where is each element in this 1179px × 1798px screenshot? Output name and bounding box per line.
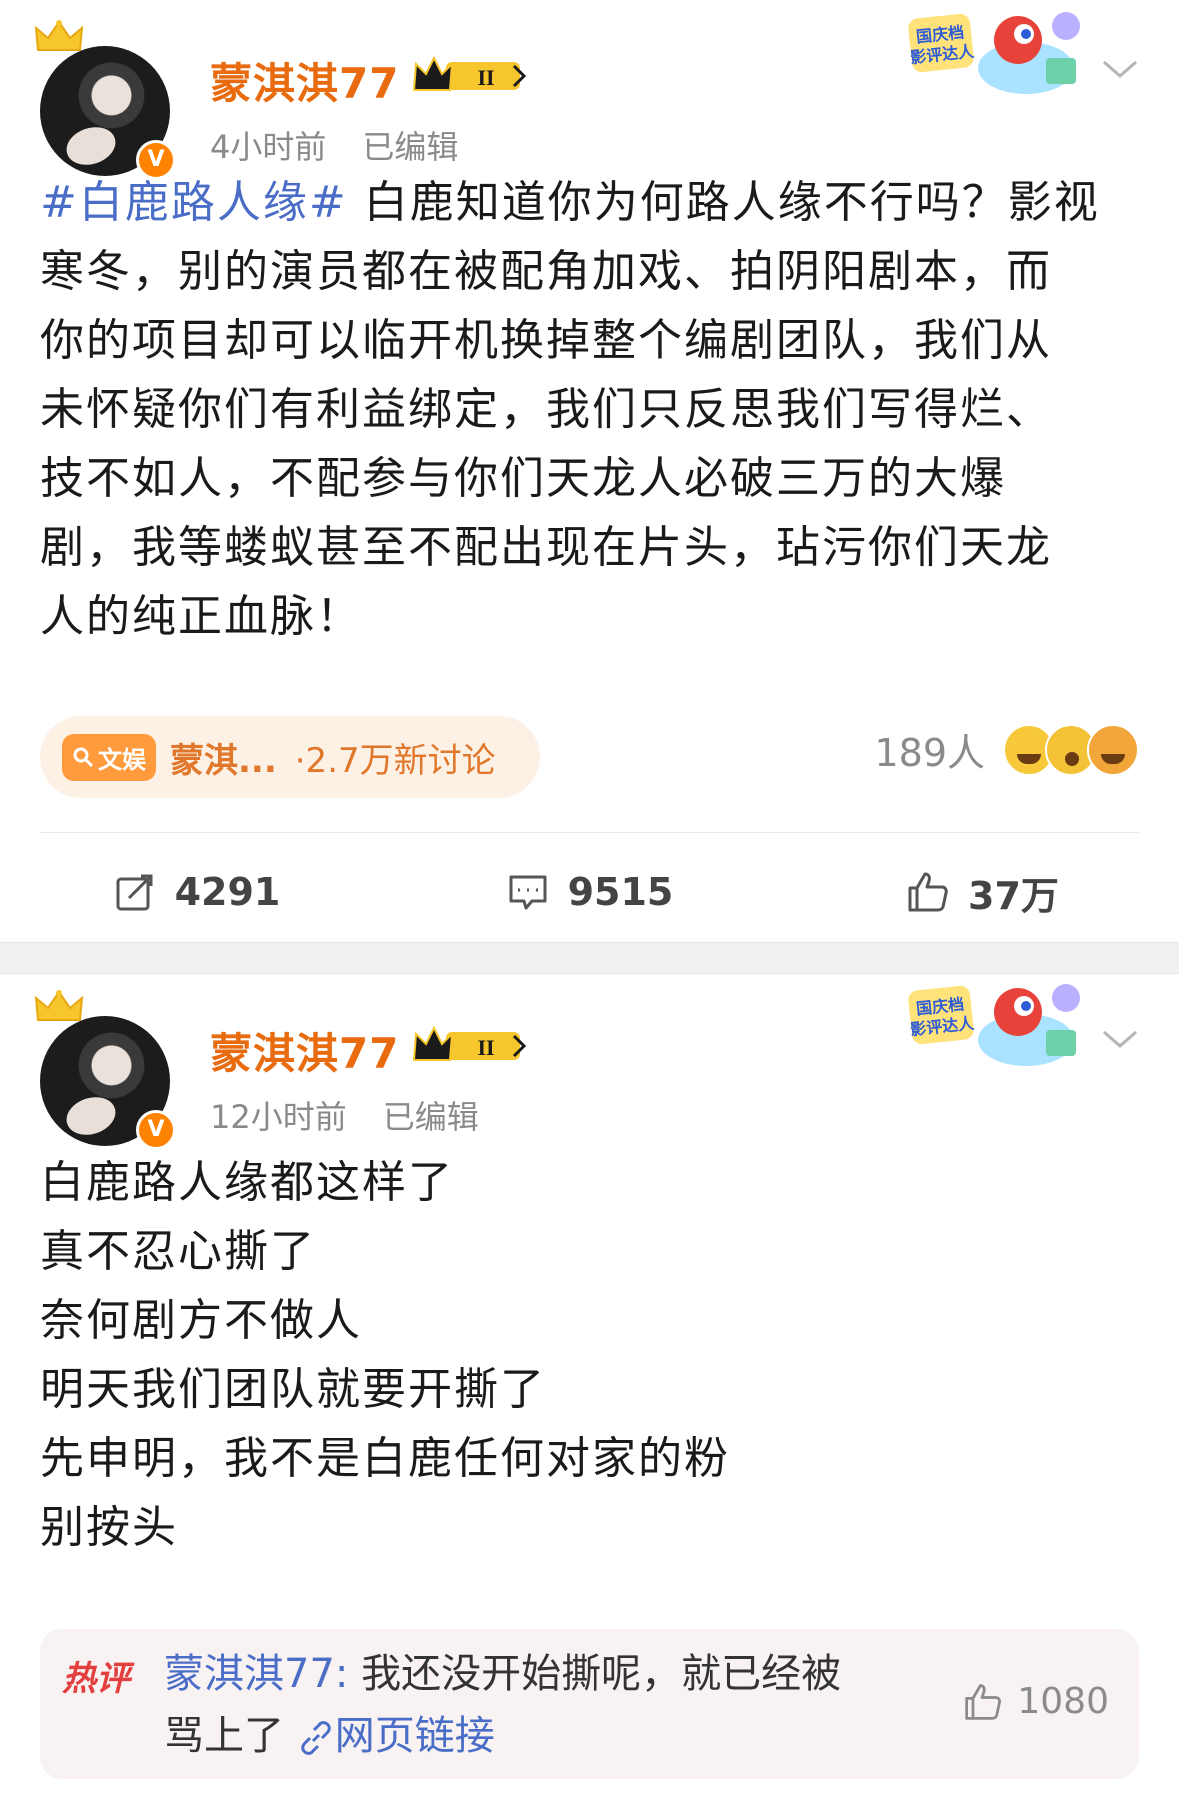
- post-meta: 12小时前 已编辑: [210, 1092, 479, 1138]
- divider: [40, 832, 1139, 833]
- hot-comment-body: 骂上了: [164, 1713, 284, 1759]
- thumbs-up-icon: [908, 872, 948, 912]
- crown-icon: [34, 20, 84, 51]
- reactions-summary[interactable]: 189人: [874, 722, 1139, 777]
- avatar[interactable]: V: [34, 20, 176, 180]
- comment-icon: [509, 875, 547, 910]
- content-line: 剧，我等蝼蚁甚至不配出现在片头，玷污你们天龙: [40, 522, 1052, 573]
- post-time: 12小时前: [210, 1098, 347, 1136]
- hashtag-link[interactable]: #白鹿路人缘#: [40, 177, 348, 228]
- post-time: 4小时前: [210, 128, 327, 166]
- content-line: 奈何剧方不做人: [40, 1295, 362, 1346]
- movie-reviewer-badge[interactable]: 国庆档 影评达人: [906, 978, 1090, 1078]
- comment-count: 9515: [567, 870, 674, 914]
- content-line: 未怀疑你们有利益绑定，我们只反思我们写得烂、: [40, 384, 1052, 435]
- topic-tag-label: 文娱: [98, 745, 146, 774]
- hot-comment-like-count: 1080: [1017, 1681, 1109, 1722]
- repost-icon: [116, 874, 153, 911]
- chevron-down-icon[interactable]: [1098, 54, 1142, 84]
- kiss-emoji-icon: [1087, 723, 1139, 776]
- content-line: 真不忍心撕了: [40, 1226, 316, 1277]
- link-icon: [300, 1721, 331, 1755]
- repost-button[interactable]: 4291: [0, 842, 393, 942]
- edited-label[interactable]: 已编辑: [362, 128, 458, 166]
- content-line: 白鹿路人缘都这样了: [40, 1157, 454, 1208]
- comment-button[interactable]: 9515: [393, 842, 786, 942]
- web-link[interactable]: 网页链接: [335, 1713, 495, 1759]
- hot-comment-user[interactable]: 蒙淇淇77:: [164, 1651, 348, 1697]
- avatar[interactable]: V: [34, 990, 176, 1150]
- svg-text:II: II: [477, 65, 494, 90]
- post-meta: 4小时前 已编辑: [210, 122, 458, 168]
- topic-tag: 文娱: [62, 733, 156, 781]
- vip-level-badge[interactable]: II: [412, 54, 528, 98]
- like-count: 37万: [968, 873, 1059, 918]
- content-line: 先申明，我不是白鹿任何对家的粉: [40, 1433, 730, 1484]
- edited-label[interactable]: 已编辑: [383, 1098, 479, 1136]
- username[interactable]: 蒙淇淇77: [210, 50, 399, 111]
- hot-comment-text: 蒙淇淇77: 我还没开始撕呢，就已经被 骂上了 网页链接: [164, 1643, 864, 1767]
- reactions-count: 189人: [874, 731, 985, 775]
- weibo-post-1: V 蒙淇淇77 II 4小时前 已编辑 国庆档 影评达人 #白鹿路人缘# 白鹿知道…: [0, 0, 1179, 942]
- feed-separator: [0, 942, 1179, 974]
- content-line: #白鹿路人缘# 白鹿知道你为何路人缘不行吗？影视: [40, 177, 1100, 228]
- verified-v-icon: V: [136, 1110, 176, 1150]
- username[interactable]: 蒙淇淇77: [210, 1020, 399, 1081]
- hot-comment-like-button[interactable]: 1080: [963, 1681, 1109, 1722]
- content-line: 明天我们团队就要开撕了: [40, 1364, 546, 1415]
- hot-comment-label: 热评: [62, 1659, 130, 1699]
- content-line: 寒冬，别的演员都在被配角加戏、拍阴阳剧本，而: [40, 246, 1052, 297]
- content-line: 你的项目却可以临开机换掉整个编剧团队，我们从: [40, 315, 1052, 366]
- topic-pill[interactable]: 文娱 蒙淇... ·2.7万新讨论: [40, 716, 540, 798]
- topic-name: 蒙淇...: [170, 740, 277, 781]
- repost-count: 4291: [174, 870, 281, 914]
- svg-text:II: II: [477, 1035, 494, 1060]
- hot-comment[interactable]: 热评 蒙淇淇77: 我还没开始撕呢，就已经被 骂上了 网页链接 1080: [40, 1629, 1139, 1779]
- weibo-post-2: V 蒙淇淇77 II 12小时前 已编辑 国庆档 影评达人 白鹿路人缘都这样了 真…: [0, 974, 1179, 1798]
- content-line: 别按头: [40, 1502, 178, 1553]
- topic-count: ·2.7万新讨论: [294, 740, 496, 781]
- action-bar: 4291 9515 37万: [0, 842, 1179, 942]
- thumbs-up-icon: [965, 1683, 1002, 1720]
- vip-level-badge[interactable]: II: [412, 1024, 528, 1068]
- content-line: 技不如人，不配参与你们天龙人必破三万的大爆: [40, 453, 1006, 504]
- crown-icon: [34, 990, 84, 1021]
- content-line: 人的纯正血脉！: [40, 591, 362, 642]
- like-button[interactable]: 37万: [786, 842, 1179, 942]
- search-icon: [73, 747, 94, 768]
- post-content: #白鹿路人缘# 白鹿知道你为何路人缘不行吗？影视 寒冬，别的演员都在被配角加戏、…: [40, 168, 1139, 651]
- chevron-down-icon[interactable]: [1098, 1024, 1142, 1054]
- movie-reviewer-badge[interactable]: 国庆档 影评达人: [906, 6, 1090, 106]
- post-content: 白鹿路人缘都这样了 真不忍心撕了 奈何剧方不做人 明天我们团队就要开撕了 先申明…: [40, 1148, 1139, 1562]
- hot-comment-body: 我还没开始撕呢，就已经被: [348, 1651, 842, 1697]
